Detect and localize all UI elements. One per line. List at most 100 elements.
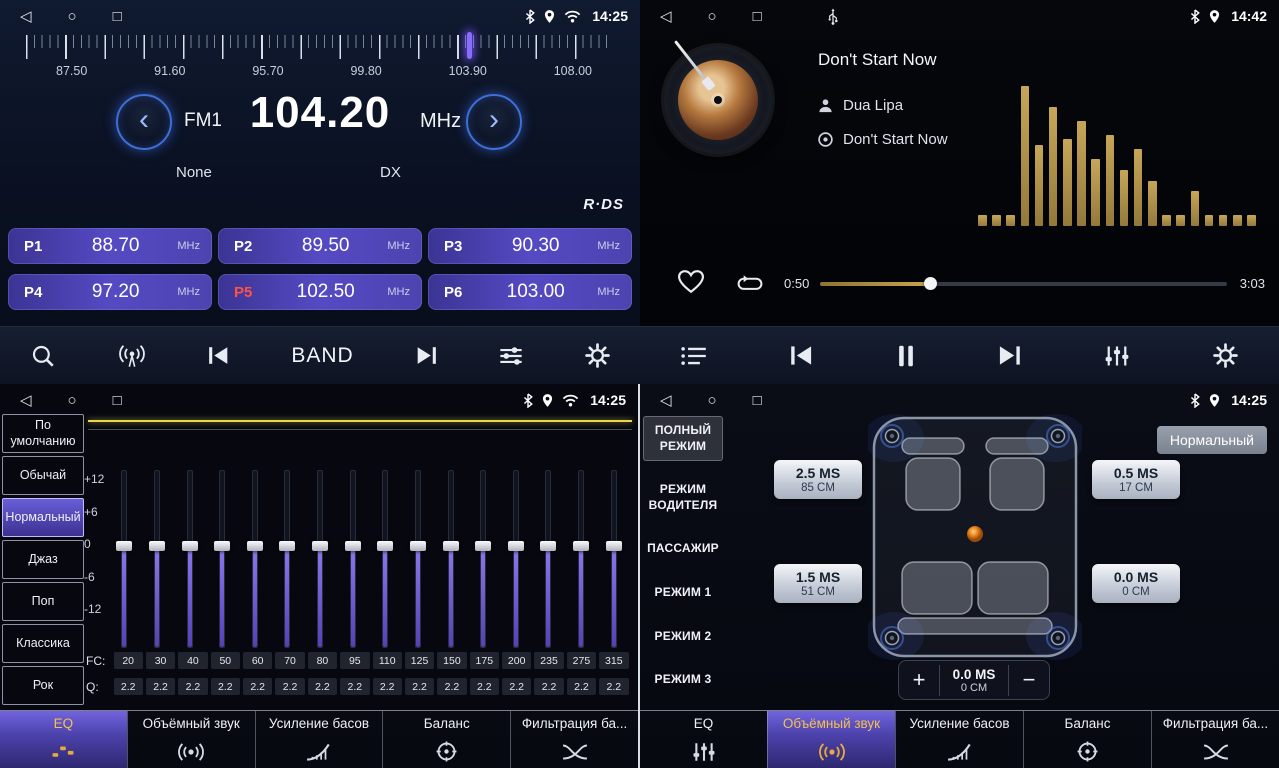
recents-icon[interactable]: □ (753, 392, 762, 409)
listening-mode-item[interactable]: РЕЖИМ 2 (643, 622, 723, 652)
eq-band-slider[interactable] (141, 470, 174, 648)
q-value[interactable]: 2.2 (502, 678, 531, 695)
preset-button[interactable]: P1 88.70 MHz (8, 228, 212, 264)
eq-slider-handle[interactable] (606, 541, 622, 551)
preset-button[interactable]: P6 103.00 MHz (428, 274, 632, 310)
seek-down-button[interactable] (207, 346, 231, 365)
fc-value[interactable]: 150 (437, 652, 466, 669)
audio-tab[interactable]: Объёмный звук (127, 711, 255, 735)
recents-icon[interactable]: □ (753, 8, 762, 25)
audio-tab[interactable]: Баланс (1023, 711, 1151, 735)
fc-value[interactable]: 30 (146, 652, 175, 669)
eq-slider-handle[interactable] (410, 541, 426, 551)
repeat-button[interactable] (736, 274, 764, 298)
q-value[interactable]: 2.2 (275, 678, 304, 695)
q-value[interactable]: 2.2 (146, 678, 175, 695)
listening-mode-item[interactable]: ПАССАЖИР (643, 534, 723, 564)
equalizer-tab-icon-cell[interactable] (640, 735, 767, 768)
pause-button[interactable] (898, 344, 914, 368)
eq-slider-handle[interactable] (247, 541, 263, 551)
eq-band-slider[interactable] (336, 470, 369, 648)
back-icon[interactable]: ◁ (20, 7, 32, 25)
q-value[interactable]: 2.2 (340, 678, 369, 695)
eq-preset-item[interactable]: По умолчанию (2, 414, 84, 453)
fc-value[interactable]: 235 (534, 652, 563, 669)
eq-band-slider[interactable] (239, 470, 272, 648)
next-track-button[interactable] (996, 345, 1022, 366)
audio-tab[interactable]: Фильтрация ба... (510, 711, 638, 735)
seek-up-button[interactable] (414, 346, 438, 365)
audio-tab[interactable]: Баланс (382, 711, 510, 735)
preset-button[interactable]: P3 90.30 MHz (428, 228, 632, 264)
eq-slider-handle[interactable] (508, 541, 524, 551)
eq-band-slider[interactable] (565, 470, 598, 648)
preset-button[interactable]: P5 102.50 MHz (218, 274, 422, 310)
eq-band-slider[interactable] (532, 470, 565, 648)
audio-tab[interactable]: Усиление басов (255, 711, 383, 735)
frequency-scale[interactable]: 87.5091.6095.7099.80103.90108.00 (0, 32, 640, 84)
delay-front-left[interactable]: 2.5 MS 85 CM (774, 460, 862, 499)
fc-value[interactable]: 80 (308, 652, 337, 669)
listening-mode-item[interactable]: ПОЛНЫЙ РЕЖИМ (643, 416, 723, 461)
eq-preset-item[interactable]: Рок (2, 666, 84, 705)
filter-tab-icon-cell[interactable] (510, 735, 638, 768)
band-button[interactable]: BAND (291, 344, 353, 368)
eq-slider-handle[interactable] (573, 541, 589, 551)
eq-band-slider[interactable] (108, 470, 141, 648)
audio-tab[interactable]: EQ (640, 711, 767, 735)
sound-preset-button[interactable]: Нормальный (1157, 426, 1267, 454)
eq-band-slider[interactable] (434, 470, 467, 648)
eq-slider-handle[interactable] (312, 541, 328, 551)
listening-mode-item[interactable]: РЕЖИМ ВОДИТЕЛЯ (643, 475, 723, 520)
favorite-button[interactable] (678, 270, 704, 299)
fc-value[interactable]: 200 (502, 652, 531, 669)
eq-slider-handle[interactable] (149, 541, 165, 551)
q-value[interactable]: 2.2 (373, 678, 402, 695)
audio-tab[interactable]: Усиление басов (895, 711, 1023, 735)
q-value[interactable]: 2.2 (405, 678, 434, 695)
eq-slider-handle[interactable] (214, 541, 230, 551)
eq-band-slider[interactable] (597, 470, 630, 648)
tune-up-button[interactable]: › (466, 94, 522, 150)
fc-value[interactable]: 110 (373, 652, 402, 669)
home-icon[interactable]: ○ (708, 8, 717, 25)
eq-band-slider[interactable] (467, 470, 500, 648)
balance-tab-icon-cell[interactable] (382, 735, 510, 768)
audio-tab[interactable]: Объёмный звук (767, 711, 895, 735)
listening-mode-item[interactable]: РЕЖИМ 1 (643, 578, 723, 608)
back-icon[interactable]: ◁ (660, 391, 672, 409)
listening-mode-item[interactable]: РЕЖИМ 3 (643, 665, 723, 695)
audio-settings-button[interactable] (498, 345, 524, 367)
q-value[interactable]: 2.2 (599, 678, 628, 695)
q-value[interactable]: 2.2 (114, 678, 143, 695)
surround-tab-icon-cell[interactable] (127, 735, 255, 768)
eq-slider-handle[interactable] (116, 541, 132, 551)
eq-slider-handle[interactable] (279, 541, 295, 551)
q-value[interactable]: 2.2 (308, 678, 337, 695)
eq-band-slider[interactable] (173, 470, 206, 648)
eq-slider-handle[interactable] (182, 541, 198, 551)
back-icon[interactable]: ◁ (20, 391, 32, 409)
eq-slider-handle[interactable] (377, 541, 393, 551)
settings-button[interactable] (585, 343, 610, 368)
bass-boost-tab-icon-cell[interactable] (895, 735, 1023, 768)
back-icon[interactable]: ◁ (660, 7, 672, 25)
eq-band-slider[interactable] (402, 470, 435, 648)
surround-tab-icon-cell[interactable] (767, 735, 895, 768)
eq-slider-handle[interactable] (475, 541, 491, 551)
eq-preset-item[interactable]: Классика (2, 624, 84, 663)
eq-band-slider[interactable] (369, 470, 402, 648)
eq-band-slider[interactable] (500, 470, 533, 648)
fc-value[interactable]: 50 (211, 652, 240, 669)
eq-band-slider[interactable] (271, 470, 304, 648)
seek-bar[interactable] (820, 282, 1227, 286)
broadcast-button[interactable] (117, 344, 147, 368)
audio-tab[interactable]: EQ (0, 711, 127, 735)
q-value[interactable]: 2.2 (534, 678, 563, 695)
fc-value[interactable]: 95 (340, 652, 369, 669)
preset-button[interactable]: P2 89.50 MHz (218, 228, 422, 264)
q-value[interactable]: 2.2 (567, 678, 596, 695)
recents-icon[interactable]: □ (113, 392, 122, 409)
album-art[interactable] (664, 46, 772, 154)
eq-preset-item[interactable]: Джаз (2, 540, 84, 579)
